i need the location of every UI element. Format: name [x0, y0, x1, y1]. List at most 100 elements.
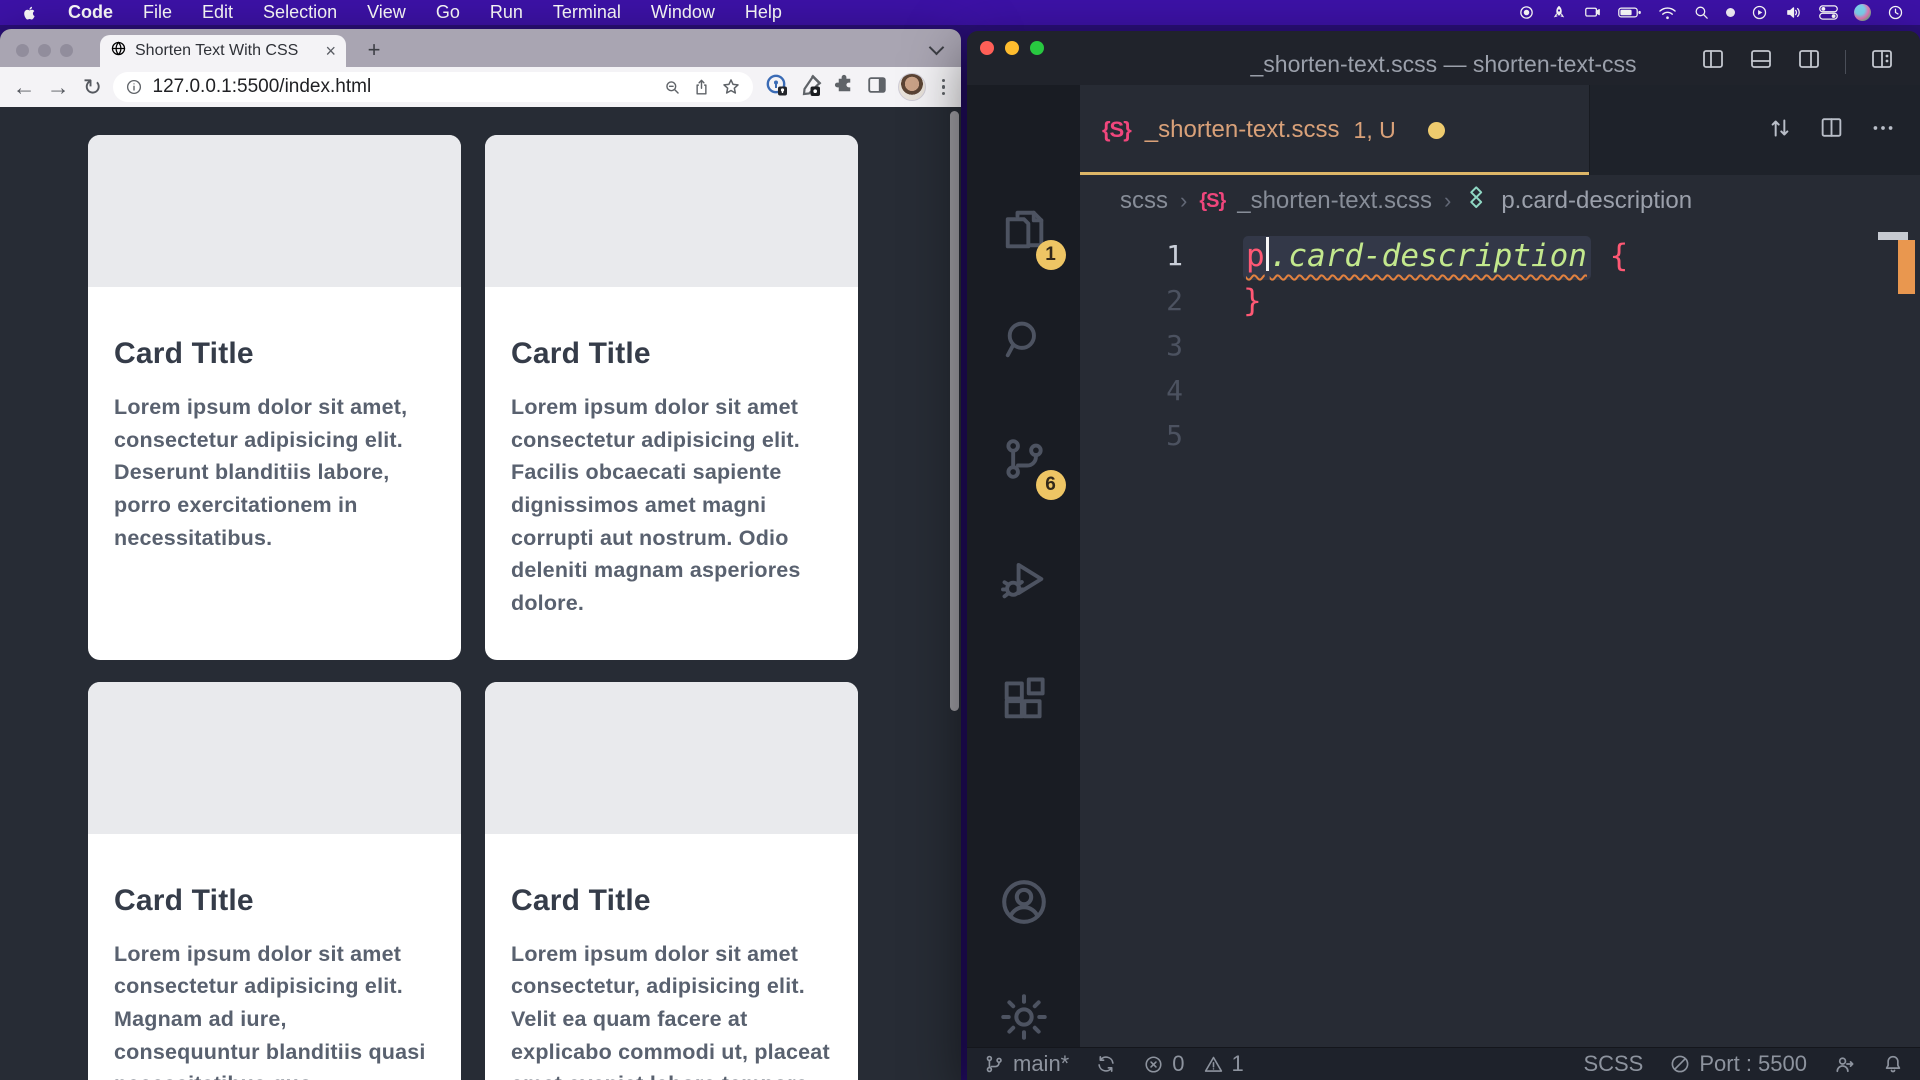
customize-layout-icon[interactable]: [1870, 47, 1894, 76]
scrollbar-thumb[interactable]: [950, 111, 959, 711]
code-line-2: }: [1243, 283, 1262, 319]
desktop: Code File Edit Selection View Go Run Ter…: [0, 0, 1920, 1080]
siri-icon[interactable]: [1854, 4, 1871, 21]
notifications-bell-icon[interactable]: [1882, 1053, 1904, 1075]
card: Card Title Lorem ipsum dolor sit amet co…: [485, 682, 858, 1080]
vscode-window: _shorten-text.scss — shorten-text-css 1: [967, 31, 1920, 1080]
card-description: Lorem ipsum dolor sit amet, consectetur …: [114, 391, 435, 554]
breadcrumb-file[interactable]: _shorten-text.scss: [1237, 187, 1432, 215]
control-center-icon[interactable]: [1819, 4, 1838, 21]
accounts-button[interactable]: [967, 875, 1080, 929]
card-image-placeholder: [88, 135, 461, 287]
menu-item-help[interactable]: Help: [745, 2, 782, 23]
card-title: Card Title: [114, 337, 435, 371]
wifi-icon[interactable]: [1658, 5, 1677, 21]
explorer-badge: 1: [1036, 240, 1066, 270]
page-scrollbar[interactable]: [950, 111, 959, 1071]
code-editor[interactable]: 1 p.card-description { 2 } 3 4 5: [1080, 227, 1920, 1048]
spotlight-search-icon[interactable]: [1693, 4, 1710, 21]
browser-tab[interactable]: Shorten Text With CSS ×: [100, 35, 346, 67]
clock-icon[interactable]: [1887, 4, 1904, 21]
zoom-page-icon[interactable]: [663, 78, 682, 97]
browser-traffic-lights[interactable]: [16, 44, 73, 57]
side-panel-icon[interactable]: [866, 74, 888, 101]
git-branch-status[interactable]: main*: [983, 1051, 1069, 1077]
toggle-panel-icon[interactable]: [1749, 47, 1773, 76]
open-changes-icon[interactable]: [1767, 115, 1793, 146]
tab-close-icon[interactable]: ×: [325, 42, 336, 60]
error-count: 0: [1172, 1051, 1184, 1077]
vscode-title-bar[interactable]: _shorten-text.scss — shorten-text-css: [967, 31, 1920, 85]
url-text[interactable]: 127.0.0.1:5500/index.html: [153, 76, 653, 98]
source-control-view-button[interactable]: 6: [967, 433, 1080, 490]
menu-item-go[interactable]: Go: [436, 2, 460, 23]
toggle-primary-sidebar-icon[interactable]: [1701, 47, 1725, 76]
problems-status[interactable]: 0 1: [1143, 1051, 1244, 1077]
battery-icon[interactable]: [1618, 5, 1642, 20]
editor-tab[interactable]: {S} _shorten-text.scss 1, U: [1080, 85, 1590, 175]
menu-item-edit[interactable]: Edit: [202, 2, 233, 23]
card-image-placeholder: [485, 135, 858, 287]
unsaved-changes-dot[interactable]: [1428, 122, 1445, 139]
site-info-icon[interactable]: [125, 78, 143, 96]
zoom-window-button[interactable]: [60, 44, 73, 57]
menu-app-name[interactable]: Code: [68, 2, 113, 23]
menu-item-file[interactable]: File: [143, 2, 172, 23]
warning-count: 1: [1232, 1051, 1244, 1077]
password-manager-extension-icon[interactable]: [765, 73, 789, 102]
breadcrumb-folder[interactable]: scss: [1120, 187, 1168, 215]
editor-group: {S} _shorten-text.scss 1, U scss ›: [1080, 85, 1920, 1048]
live-server-port[interactable]: Port : 5500: [1669, 1051, 1807, 1077]
tab-search-chevron-icon[interactable]: [931, 42, 943, 54]
forward-button[interactable]: →: [44, 70, 72, 104]
back-button[interactable]: ←: [10, 70, 38, 104]
breadcrumb-symbol[interactable]: p.card-description: [1501, 187, 1692, 215]
menu-item-selection[interactable]: Selection: [263, 2, 337, 23]
status-bar: main* 0 1 SCSS Port : 5500: [967, 1047, 1920, 1080]
close-window-button[interactable]: [16, 44, 29, 57]
feedback-icon[interactable]: [1833, 1053, 1856, 1076]
breadcrumb: scss › {S} _shorten-text.scss › p.card-d…: [1080, 175, 1920, 227]
menu-item-window[interactable]: Window: [651, 2, 715, 23]
apple-menu-icon[interactable]: [22, 4, 38, 22]
card-description: Lorem ipsum dolor sit amet consectetur a…: [114, 938, 435, 1080]
minimize-window-button[interactable]: [38, 44, 51, 57]
run-debug-view-button[interactable]: [967, 553, 1080, 605]
tab-filename: _shorten-text.scss: [1145, 116, 1340, 144]
rocket-icon[interactable]: [1551, 4, 1567, 21]
record-icon[interactable]: [1518, 4, 1535, 21]
symbol-class-icon: [1463, 185, 1489, 218]
color-picker-extension-icon[interactable]: [799, 73, 823, 102]
profile-avatar[interactable]: [898, 73, 926, 101]
explorer-view-button[interactable]: 1: [967, 203, 1080, 260]
screen-mirroring-icon[interactable]: [1583, 4, 1602, 21]
share-icon[interactable]: [692, 78, 711, 97]
overview-ruler-warning-mark: [1898, 240, 1915, 294]
card: Card Title Lorem ipsum dolor sit amet co…: [88, 682, 461, 1080]
settings-gear-button[interactable]: [967, 990, 1080, 1044]
extensions-puzzle-icon[interactable]: [833, 73, 856, 101]
sync-changes-button[interactable]: [1095, 1053, 1117, 1075]
line-number: 1: [1080, 239, 1183, 272]
play-circle-icon[interactable]: [1751, 4, 1768, 21]
search-view-button[interactable]: [967, 313, 1080, 365]
menu-item-view[interactable]: View: [367, 2, 406, 23]
browser-menu-kebab-icon[interactable]: [936, 79, 952, 96]
split-editor-icon[interactable]: [1819, 115, 1844, 145]
language-mode[interactable]: SCSS: [1583, 1051, 1643, 1077]
menu-item-terminal[interactable]: Terminal: [553, 2, 621, 23]
card-description: Lorem ipsum dolor sit amet consectetur a…: [511, 391, 832, 620]
divider: [1845, 50, 1846, 74]
editor-more-actions-icon[interactable]: [1870, 115, 1896, 146]
menu-item-run[interactable]: Run: [490, 2, 523, 23]
new-tab-button[interactable]: +: [360, 36, 388, 64]
bookmark-star-icon[interactable]: [721, 77, 741, 97]
card: Card Title Lorem ipsum dolor sit amet co…: [485, 135, 858, 660]
reload-button[interactable]: ↻: [78, 70, 106, 104]
address-bar[interactable]: 127.0.0.1:5500/index.html: [113, 72, 753, 102]
volume-icon[interactable]: [1784, 4, 1803, 21]
chevron-right-icon: ›: [1180, 188, 1187, 214]
extensions-view-button[interactable]: [967, 673, 1080, 725]
status-dot-icon[interactable]: [1726, 8, 1735, 17]
toggle-secondary-sidebar-icon[interactable]: [1797, 47, 1821, 76]
